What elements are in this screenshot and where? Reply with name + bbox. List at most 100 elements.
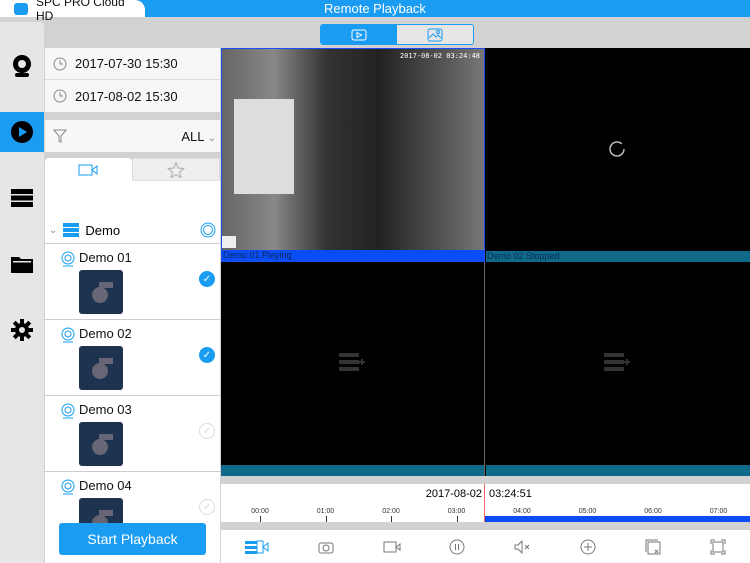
empty-channel-icon (604, 353, 630, 371)
tab-favorites[interactable] (131, 158, 220, 181)
camera-list-item[interactable]: Demo 03 ✓ (45, 395, 220, 471)
mode-segment (320, 24, 474, 45)
ptz-camera-icon (92, 434, 113, 455)
start-time-value: 2017-07-30 15:30 (75, 56, 178, 71)
timeline-tick (391, 516, 392, 522)
camera-icon (61, 403, 75, 419)
video-status-label: Demo 01 Playing (222, 250, 484, 261)
camera-icon (13, 55, 31, 77)
clock-icon (53, 57, 67, 70)
mute-icon[interactable] (514, 539, 532, 554)
camera-icon (61, 327, 75, 343)
video-content (234, 99, 294, 194)
clock-icon (53, 89, 67, 103)
app-tab[interactable]: SPC PRO Cloud HD (0, 0, 145, 23)
timeline-tick-label: 03:00 (447, 508, 466, 515)
chevron-down-icon: ⌄ (207, 132, 216, 144)
camera-list-item[interactable]: Demo 02 ✓ (45, 319, 220, 395)
video-status-label (486, 465, 750, 476)
video-cell-3[interactable] (221, 262, 485, 476)
camera-icon (61, 251, 75, 267)
camera-name: Demo 03 (79, 402, 132, 417)
camera-thumbnail (79, 422, 123, 466)
tab-picture[interactable] (397, 25, 473, 44)
camera-list-item[interactable]: Demo 01 ✓ (45, 243, 220, 319)
camera-checkbox[interactable]: ✓ (199, 499, 215, 515)
end-time-field[interactable]: 2017-08-02 15:30 (45, 80, 220, 112)
gear-icon (11, 319, 33, 341)
camera-thumbnail (79, 346, 123, 390)
sidebar-nav (0, 22, 44, 563)
nav-devices[interactable] (0, 178, 44, 218)
pause-icon[interactable] (449, 539, 465, 555)
playback-toolbar (221, 530, 750, 563)
channel-list-icon[interactable] (245, 540, 269, 554)
camera-name: Demo 02 (79, 326, 132, 341)
timeline-tick (456, 516, 458, 522)
list-tabs (45, 158, 220, 181)
camera-list-icon (78, 164, 98, 175)
start-time-field[interactable]: 2017-07-30 15:30 (45, 48, 220, 80)
record-icon[interactable] (383, 541, 401, 553)
filter-value: ALL ⌄ (181, 128, 216, 144)
nav-files[interactable] (0, 244, 44, 284)
tab-devices[interactable] (45, 158, 132, 181)
timeline-tick-label: 02:00 (382, 508, 400, 515)
camera-icon (61, 479, 75, 495)
server-icon (11, 189, 33, 207)
snapshot-icon[interactable] (318, 540, 334, 554)
event-filter[interactable]: ALL ⌄ (45, 120, 220, 152)
nav-live-view[interactable] (0, 46, 44, 86)
timeline-cursor[interactable] (484, 484, 485, 522)
video-frame: 2017-08-02 03:24:48 (222, 49, 484, 250)
device-row[interactable]: ⌄ Demo (45, 218, 220, 242)
video-status-label (221, 465, 484, 476)
close-window-icon[interactable] (645, 539, 661, 555)
filter-icon (53, 129, 67, 143)
timeline-tick-label: 01:00 (316, 508, 335, 515)
camera-name: Demo 04 (79, 478, 132, 493)
server-icon (63, 223, 80, 237)
end-time-value: 2017-08-02 15:30 (75, 88, 178, 104)
video-cell-1[interactable]: 2017-08-02 03:24:48 Demo 01 Playing (221, 48, 485, 262)
camera-checkbox[interactable]: ✓ (199, 347, 215, 363)
timeline-date: 2017-08-02 (425, 488, 482, 500)
video-cell-4[interactable] (486, 262, 750, 476)
camera-checkbox[interactable]: ✓ (199, 423, 215, 439)
video-overlay-box (222, 236, 236, 248)
chevron-down-icon[interactable]: ⌄ (49, 225, 57, 236)
picture-icon (427, 28, 443, 41)
page-title: Remote Playback (324, 1, 426, 16)
camera-list: ⌄ Demo Demo 01 ✓ Demo 02 ✓ Demo 03 ✓ Dem… (45, 181, 220, 563)
start-playback-button[interactable]: Start Playback (59, 523, 206, 555)
timeline-tick-label: 06:00 (644, 508, 662, 515)
video-play-icon (351, 29, 367, 40)
camera-checkbox[interactable]: ✓ (199, 271, 215, 287)
empty-channel-icon (339, 353, 365, 371)
timeline[interactable]: 2017-08-02 03:24:51 00:00 01:00 02:00 03:00… (221, 484, 750, 522)
loading-icon (609, 141, 625, 157)
nav-playback[interactable] (0, 112, 44, 152)
timeline-tick-label: 05:00 (578, 508, 597, 515)
fullscreen-icon[interactable] (710, 539, 726, 555)
ptz-camera-icon (92, 358, 113, 379)
playback-icon (11, 121, 33, 143)
video-grid: 2017-08-02 03:24:48 Demo 01 Playing Demo… (221, 48, 750, 476)
select-all-icon[interactable] (200, 222, 216, 238)
recording-segment (484, 516, 750, 522)
video-cell-2[interactable]: Demo 02 Stopped (486, 48, 750, 262)
device-name: Demo (85, 222, 121, 238)
timeline-tick-label: 00:00 (251, 508, 269, 515)
add-icon[interactable] (580, 539, 596, 555)
ptz-camera-icon (92, 282, 113, 303)
app-name: SPC PRO Cloud HD (35, 0, 125, 23)
video-status-label: Demo 02 Stopped (486, 251, 750, 262)
star-icon (166, 161, 185, 178)
timeline-tick-label: 04:00 (513, 508, 531, 515)
timeline-tick-label: 07:00 (709, 508, 728, 515)
nav-settings[interactable] (0, 310, 44, 350)
app-logo-icon (14, 2, 28, 15)
tab-video[interactable] (321, 25, 397, 44)
camera-name: Demo 01 (79, 250, 132, 265)
timeline-tick (260, 516, 261, 522)
